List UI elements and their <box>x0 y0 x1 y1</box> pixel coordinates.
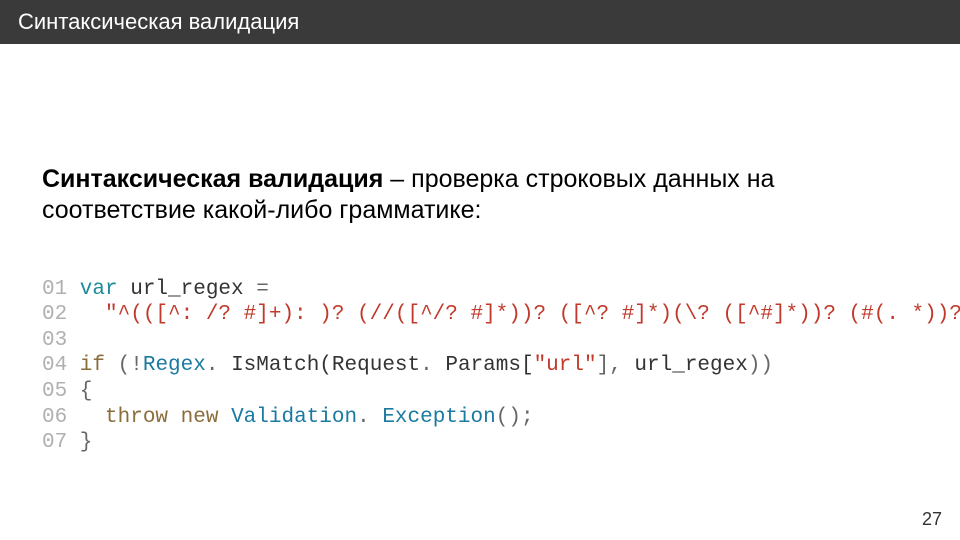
line-number: 07 <box>42 430 67 456</box>
identifier: url_regex <box>130 277 243 303</box>
space <box>118 277 131 303</box>
method-is: Is <box>231 353 256 379</box>
slide: Синтаксическая валидация Синтаксическая … <box>0 0 960 540</box>
line-number: 01 <box>42 277 67 303</box>
type-validation: Validation <box>231 405 357 431</box>
slide-content: Синтаксическая валидация – проверка стро… <box>0 44 960 456</box>
dot: . <box>357 405 382 431</box>
type-regex: Regex <box>143 353 206 379</box>
code-line: 06 throw new Validation. Exception(); <box>42 405 918 431</box>
code-block: 01 var url_regex = 02 "^(([^: /? #]+): )?… <box>42 277 918 456</box>
code-line: 05 { <box>42 379 918 405</box>
string-url: "url" <box>534 353 597 379</box>
paren-close: )) <box>748 353 773 379</box>
line-number: 02 <box>42 302 67 328</box>
brace-open: { <box>80 379 93 405</box>
line-number: 06 <box>42 405 67 431</box>
indent <box>80 302 105 328</box>
brace-close: } <box>80 430 93 456</box>
code-line: 04 if (!Regex. IsMatch(Request. Params["u… <box>42 353 918 379</box>
paren-semi: (); <box>496 405 534 431</box>
space <box>168 405 181 431</box>
definition-bold: Синтаксическая валидация <box>42 165 383 193</box>
line-number: 04 <box>42 353 67 379</box>
code-line: 01 var url_regex = <box>42 277 918 303</box>
space <box>218 405 231 431</box>
paren: (! <box>118 353 143 379</box>
method-match: Match(Request <box>256 353 420 379</box>
code-line: 02 "^(([^: /? #]+): )? (//([^/? #]*))? (… <box>42 302 918 328</box>
line-number: 03 <box>42 328 67 354</box>
space <box>244 277 257 303</box>
definition-text: Синтаксическая валидация – проверка стро… <box>42 164 918 227</box>
space <box>105 353 118 379</box>
kw-new: new <box>181 405 219 431</box>
type-exception: Exception <box>382 405 495 431</box>
bracket-close: ] <box>597 353 610 379</box>
operator-eq: = <box>256 277 269 303</box>
string-literal: "^(([^: /? #]+): )? (//([^/? #]*))? ([^?… <box>105 302 960 328</box>
kw-if: if <box>80 353 105 379</box>
slide-title: Синтаксическая валидация <box>18 9 299 35</box>
kw-var: var <box>80 277 118 303</box>
prop-params: Params[ <box>445 353 533 379</box>
dot: . <box>420 353 445 379</box>
indent <box>80 405 105 431</box>
line-number: 05 <box>42 379 67 405</box>
code-line: 07} <box>42 430 918 456</box>
identifier: url_regex <box>634 353 747 379</box>
dot: . <box>206 353 231 379</box>
slide-header: Синтаксическая валидация <box>0 0 960 44</box>
kw-throw: throw <box>105 405 168 431</box>
code-line: 03 <box>42 328 918 354</box>
page-number: 27 <box>922 509 942 530</box>
comma: , <box>609 353 634 379</box>
